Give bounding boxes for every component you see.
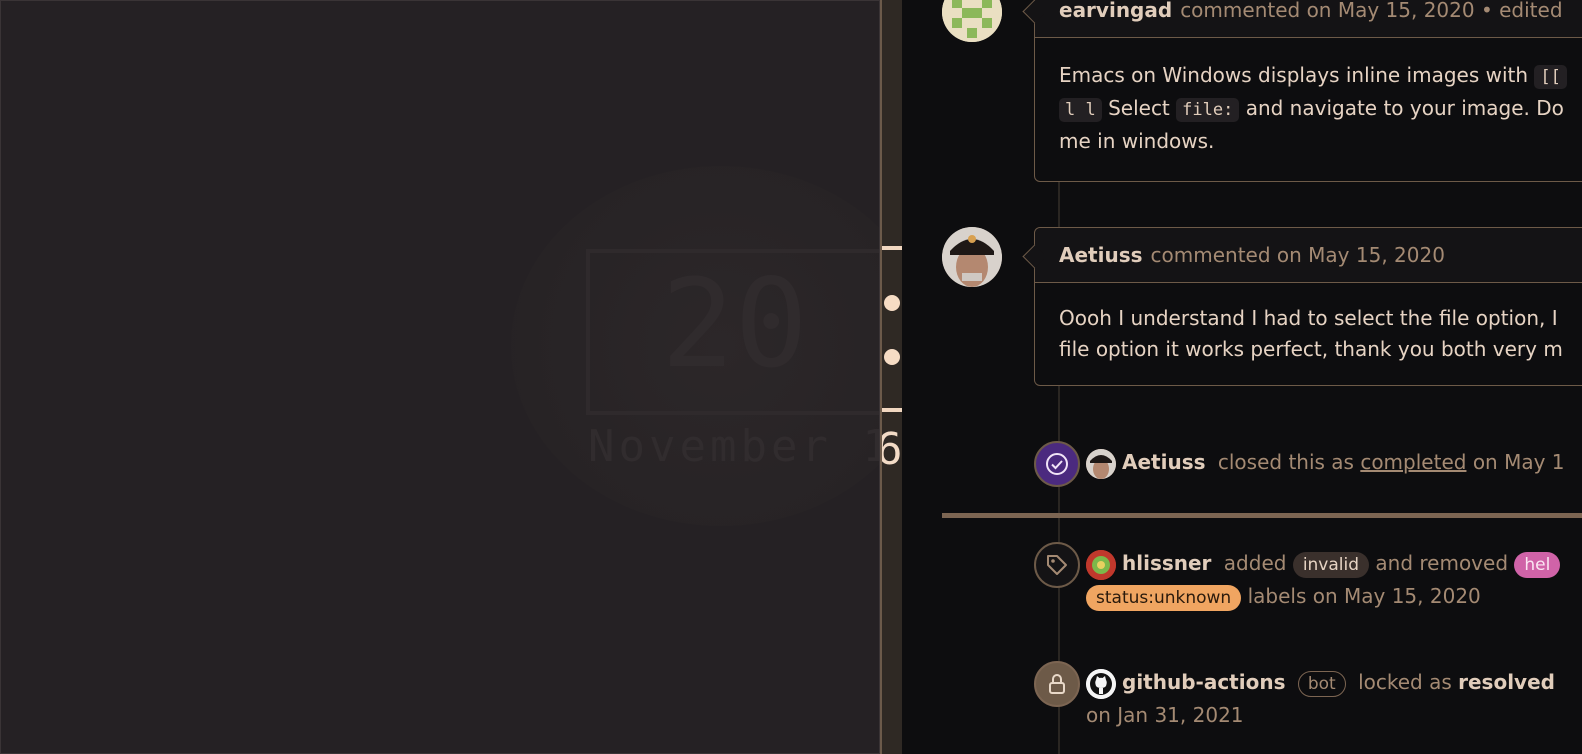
closed-event-icon (1034, 441, 1080, 487)
label-event-line2: status:unknown labels on May 15, 2020 (1086, 580, 1481, 613)
inline-code: l l (1059, 98, 1102, 122)
bar-dot-indicator[interactable] (884, 349, 900, 365)
completed-link[interactable]: completed (1360, 450, 1466, 474)
comment-card: earvingad commented on May 15, 2020 • ed… (1022, 0, 1582, 182)
comment-header: Aetiuss commented on May 15, 2020 (1035, 228, 1582, 283)
comment-body: Oooh I understand I had to select the fi… (1035, 283, 1582, 385)
label-event: hlissner added invalid and removed hel (1086, 547, 1561, 580)
comment-text: and navigate to your image. Do (1245, 96, 1564, 120)
bar-dot-indicator[interactable] (884, 295, 900, 311)
timeline-separator (942, 513, 1582, 518)
avatar-aetiuss-small[interactable] (1086, 448, 1116, 479)
event-text: closed this as (1217, 450, 1354, 474)
tag-icon (1047, 555, 1067, 575)
window-divider-bar[interactable]: 6 (880, 0, 902, 754)
inline-code: [[ (1534, 65, 1567, 89)
lock-event: github-actions bot locked as resolved (1086, 666, 1561, 699)
bar-marker-top (882, 246, 902, 250)
comment-meta[interactable]: commented on May 15, 2020 (1151, 243, 1445, 267)
comment-text: file option it works perfect, thank you … (1059, 337, 1563, 361)
lock-icon (1049, 674, 1065, 694)
event-text: and removed (1375, 551, 1509, 575)
label-help[interactable]: hel (1514, 551, 1561, 578)
comment-author[interactable]: earvingad (1059, 0, 1172, 22)
lock-event-icon (1034, 661, 1080, 707)
issue-thread: earvingad commented on May 15, 2020 • ed… (902, 0, 1582, 754)
avatar-hlissner-small[interactable] (1086, 549, 1116, 580)
event-text: added (1223, 551, 1287, 575)
label-status-unknown[interactable]: status:unknown (1086, 584, 1242, 611)
comment-author[interactable]: Aetiuss (1059, 243, 1143, 267)
event-author[interactable]: Aetiuss (1122, 450, 1206, 474)
event-author[interactable]: hlissner (1122, 551, 1211, 575)
event-date[interactable]: on May 1 (1473, 450, 1565, 474)
desktop-wallpaper: 20 November 16 (0, 0, 880, 754)
comment-text: Oooh I understand I had to select the fi… (1059, 306, 1558, 330)
check-circle-icon (1046, 453, 1068, 475)
bot-badge: bot (1297, 670, 1346, 697)
bar-digit: 6 (882, 428, 902, 472)
comment-header: earvingad commented on May 15, 2020 • ed… (1035, 0, 1582, 38)
label-invalid[interactable]: invalid (1292, 551, 1370, 578)
event-author[interactable]: github-actions (1122, 670, 1285, 694)
bar-marker-bottom (882, 408, 902, 412)
clock-time: 20 (661, 253, 808, 395)
comment-text: me in windows. (1059, 129, 1215, 153)
comment-card: Aetiuss commented on May 15, 2020 Oooh I… (1022, 227, 1582, 386)
avatar-earvingad[interactable] (942, 0, 1002, 42)
lock-reason: resolved (1458, 670, 1555, 694)
comment-text: Select (1108, 96, 1170, 120)
label-event-icon (1034, 542, 1080, 588)
github-icon[interactable] (1086, 668, 1116, 699)
closed-event: Aetiuss closed this as completed on May … (1086, 446, 1565, 479)
clock-date: November 16 (588, 421, 879, 472)
inline-code: file: (1176, 98, 1240, 122)
comment-meta[interactable]: commented on May 15, 2020 • edited (1180, 0, 1562, 22)
event-text: locked as (1358, 670, 1452, 694)
avatar-aetiuss[interactable] (942, 227, 1002, 287)
comment-text: Emacs on Windows displays inline images … (1059, 63, 1529, 87)
lock-event-date[interactable]: on Jan 31, 2021 (1086, 699, 1244, 732)
comment-body: Emacs on Windows displays inline images … (1035, 38, 1582, 181)
event-date[interactable]: labels on May 15, 2020 (1248, 584, 1481, 608)
